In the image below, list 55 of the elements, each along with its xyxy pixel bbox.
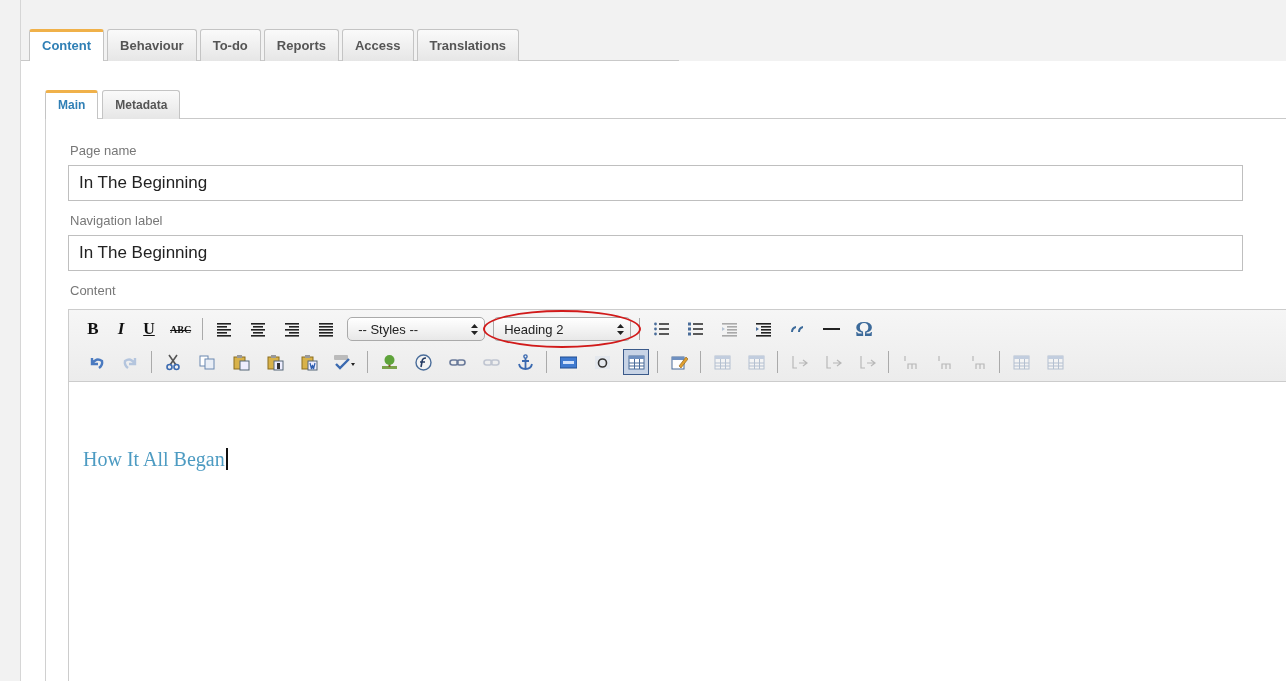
horizontal-rule-icon [822,328,840,330]
character-icon [593,353,611,371]
arrow-icon [824,353,842,371]
arrow-icon [858,353,876,371]
copy-icon [198,353,216,371]
clipboard-icon [232,353,250,371]
tab[interactable]: Reports [263,29,339,61]
bullet-list-icon [652,320,670,338]
omega-button[interactable]: Ω [852,317,876,341]
tab[interactable]: Access [341,29,414,61]
pencil-icon [670,353,688,371]
heading-text: How It All Began [83,448,228,470]
align-left-icon [215,320,233,338]
table-icon [1046,353,1064,371]
scissors-icon [164,353,182,371]
underline-button[interactable]: U [139,317,159,341]
bold-button[interactable]: B [83,317,103,341]
align-center-icon [249,320,267,338]
italic-button[interactable]: I [111,317,131,341]
updown-icon [617,323,625,335]
clipboard-icon [266,353,284,371]
table-icon [1012,353,1030,371]
indent-icon [754,320,772,338]
numbered-list-icon [686,320,704,338]
table-icon [627,353,645,371]
tab[interactable]: Content [29,29,105,61]
tab[interactable]: Translations [416,29,520,61]
arrow-icon [790,353,808,371]
clipboard-icon [300,353,318,371]
style-select[interactable]: Heading 2 [493,317,632,341]
align-right-icon [283,320,301,338]
subtab[interactable]: Metadata [102,90,181,119]
tree-icon [380,353,398,371]
justify-icon [317,320,335,338]
input-field[interactable]: In The Beginning [68,165,1243,201]
tab[interactable]: Behaviour [107,29,197,61]
quote-icon [791,326,804,332]
anchor-icon [516,353,534,371]
flash-icon [414,353,432,371]
table-icon [747,353,765,371]
field-label: Navigation label [70,213,163,228]
rich-text-editor[interactable]: B I U ABC -- Styles -- Heading 2 Ω How It All Began [68,309,1286,681]
field-label: Page name [70,143,137,158]
input-field[interactable]: In The Beginning [68,235,1243,271]
outdent-icon [720,320,738,338]
table-icon [713,353,731,371]
spellcheck-icon [333,353,356,371]
style-select[interactable]: -- Styles -- [347,317,486,341]
field-label: Content [70,283,116,298]
table-button[interactable] [623,349,649,375]
strike-button[interactable]: ABC [167,317,195,341]
tab[interactable]: To-do [199,29,261,61]
html-icon [559,353,577,371]
updown-icon [471,323,479,335]
subtab[interactable]: Main [45,90,99,119]
